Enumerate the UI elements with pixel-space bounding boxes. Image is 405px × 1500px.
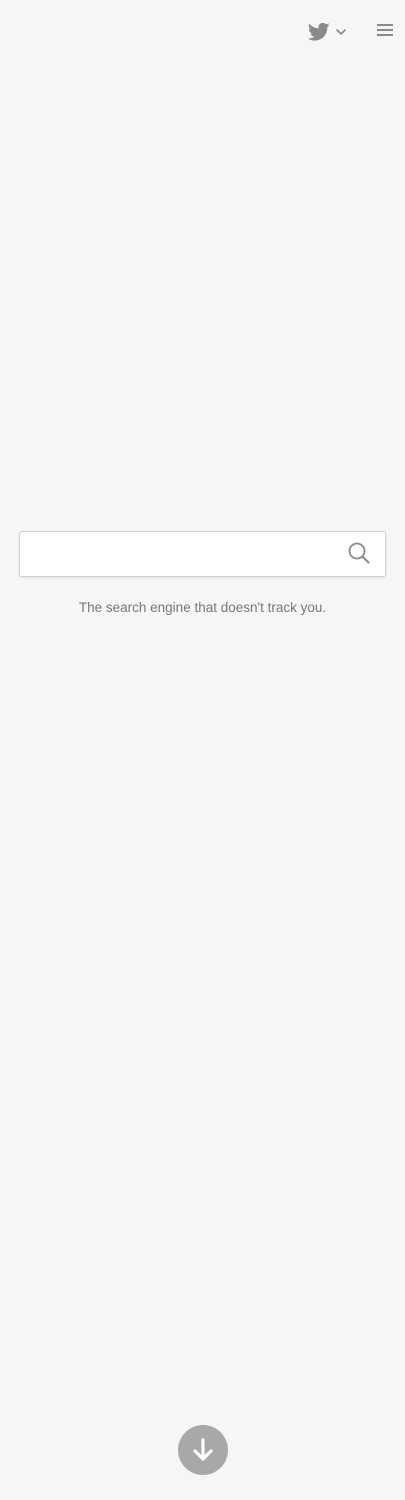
tagline: The search engine that doesn't track you… [78, 600, 327, 615]
menu-bar [377, 24, 393, 26]
header [0, 0, 405, 64]
page: The search engine that doesn't track you… [0, 0, 405, 1500]
social-dropdown[interactable] [308, 22, 346, 42]
hamburger-menu-icon[interactable] [377, 24, 393, 38]
menu-bar [377, 34, 393, 36]
chevron-down-icon [336, 28, 346, 36]
arrow-down-icon [191, 1437, 215, 1463]
search-input[interactable] [20, 532, 340, 576]
scroll-down-button[interactable] [178, 1425, 228, 1475]
menu-bar [377, 29, 393, 31]
search-icon[interactable] [347, 541, 371, 565]
search-form [19, 531, 386, 577]
twitter-icon [308, 22, 330, 42]
